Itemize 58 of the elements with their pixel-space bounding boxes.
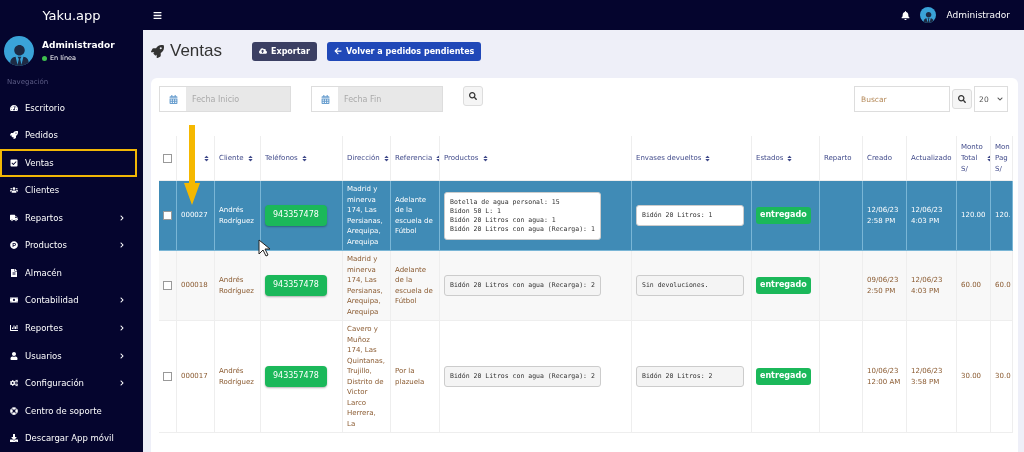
user-name: Administrador — [42, 40, 115, 50]
sidebar-item[interactable]: Pedidos — [0, 121, 137, 150]
sort-icon[interactable] — [481, 154, 489, 162]
truck-icon — [10, 213, 18, 222]
checkbox-icon — [10, 158, 18, 167]
checkbox[interactable] — [163, 153, 172, 163]
money-icon — [10, 296, 18, 305]
bar-chart-icon — [10, 324, 18, 332]
export-button[interactable]: Exportar — [252, 41, 317, 61]
sort-icon[interactable] — [704, 154, 712, 162]
checkbox[interactable] — [163, 372, 172, 381]
chevron-icon — [996, 96, 1003, 102]
brand-logo[interactable]: Yaku.app — [0, 7, 143, 23]
sidebar-item[interactable]: Contabilidad — [0, 286, 137, 315]
sidebar-item[interactable]: Configuración — [0, 369, 137, 397]
menu-icon[interactable] — [153, 10, 162, 20]
download-icon — [10, 434, 18, 443]
checkbox[interactable] — [163, 211, 172, 220]
document-icon — [10, 268, 18, 277]
user-icon — [10, 351, 18, 360]
status-badge: entregado — [756, 368, 811, 385]
users-icon — [10, 186, 18, 195]
status-badge: entregado — [756, 207, 811, 224]
back-button[interactable]: Volver a pedidos pendientes — [326, 41, 482, 61]
rocket-icon — [151, 44, 164, 58]
sort-icon[interactable] — [300, 154, 308, 162]
sidebar-item[interactable]: Clientes — [0, 176, 137, 205]
bell-icon[interactable] — [901, 10, 911, 20]
sidebar-item[interactable]: Descargar App móvil — [0, 424, 137, 452]
rocket-icon — [10, 131, 18, 140]
search-icon — [958, 95, 966, 103]
search-button[interactable] — [463, 86, 483, 106]
sidebar-item[interactable]: Centro de soporte — [0, 396, 137, 425]
sort-icon[interactable] — [203, 154, 210, 162]
user-menu[interactable]: Administrador — [946, 10, 1010, 20]
cloud-icon — [259, 47, 267, 55]
sidebar-item[interactable]: Ventas — [0, 149, 137, 177]
checkbox[interactable] — [163, 281, 172, 290]
sort-icon[interactable] — [246, 154, 254, 162]
search-icon — [469, 92, 477, 100]
sidebar-item[interactable]: Almacén — [0, 259, 137, 287]
page-title: Ventas — [170, 41, 222, 61]
avatar-icon[interactable] — [920, 7, 937, 23]
sidebar-item[interactable]: Productos — [0, 231, 137, 260]
gears-icon — [10, 379, 18, 388]
search-button[interactable] — [952, 89, 972, 109]
dashboard-icon — [10, 103, 18, 112]
sort-icon[interactable] — [786, 154, 794, 162]
sort-icon[interactable] — [382, 154, 390, 162]
sidebar-item[interactable]: Escritorio — [0, 94, 137, 122]
status-badge: entregado — [756, 277, 811, 294]
avatar-icon — [4, 36, 34, 66]
sidebar-item[interactable]: Reportes — [0, 314, 137, 342]
sort-icon[interactable] — [985, 154, 990, 162]
arrow-left-icon — [333, 47, 342, 55]
lifebuoy-icon — [10, 406, 18, 415]
sidebar-item[interactable]: Usuarios — [0, 341, 137, 370]
sidebar-item[interactable]: Repartos — [0, 204, 137, 232]
